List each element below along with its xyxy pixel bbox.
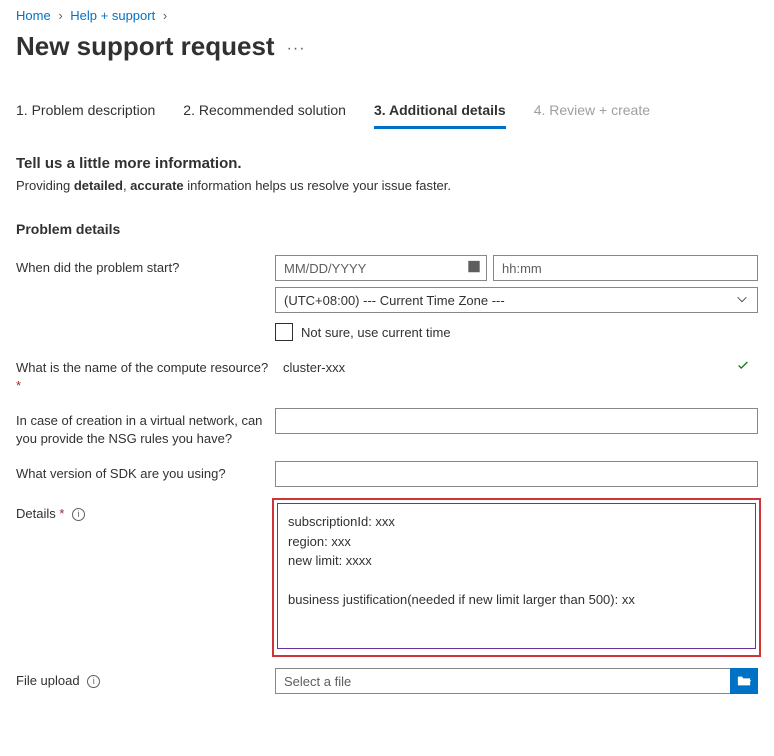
- label-details: Details * i: [16, 501, 275, 523]
- label-text: File upload: [16, 673, 83, 688]
- breadcrumb-home[interactable]: Home: [16, 8, 51, 23]
- breadcrumb-help-support[interactable]: Help + support: [70, 8, 155, 23]
- file-browse-button[interactable]: [730, 668, 758, 694]
- notsure-checkbox[interactable]: [275, 323, 293, 341]
- timezone-select[interactable]: (UTC+08:00) --- Current Time Zone ---: [275, 287, 758, 313]
- label-text: Details: [16, 506, 59, 521]
- time-input[interactable]: [493, 255, 758, 281]
- helper-text-bold: accurate: [130, 178, 183, 193]
- check-icon: [736, 359, 750, 376]
- section-helper: Providing detailed, accurate information…: [16, 178, 758, 193]
- timezone-value: (UTC+08:00) --- Current Time Zone ---: [284, 293, 505, 308]
- info-icon[interactable]: i: [72, 508, 85, 521]
- more-actions-button[interactable]: ···: [287, 40, 306, 58]
- chevron-down-icon: [735, 292, 749, 309]
- file-input[interactable]: Select a file: [275, 668, 730, 694]
- helper-text: Providing: [16, 178, 74, 193]
- details-textarea[interactable]: [277, 503, 756, 649]
- section-heading: Tell us a little more information.: [16, 155, 758, 172]
- label-sdk-version: What version of SDK are you using?: [16, 461, 275, 483]
- page-title: New support request: [16, 31, 275, 62]
- date-input[interactable]: [275, 255, 487, 281]
- label-when-start: When did the problem start?: [16, 255, 275, 277]
- breadcrumb: Home › Help + support ›: [16, 8, 758, 23]
- info-icon[interactable]: i: [87, 675, 100, 688]
- required-marker: *: [16, 378, 21, 393]
- notsure-label: Not sure, use current time: [301, 325, 451, 340]
- chevron-right-icon: ›: [163, 8, 167, 23]
- label-file-upload: File upload i: [16, 668, 275, 690]
- label-compute-name: What is the name of the compute resource…: [16, 355, 275, 394]
- tab-review-create: 4. Review + create: [534, 98, 650, 129]
- label-nsg-rules: In case of creation in a virtual network…: [16, 408, 275, 447]
- nsg-rules-input[interactable]: [275, 408, 758, 434]
- helper-text: information helps us resolve your issue …: [184, 178, 451, 193]
- tab-recommended-solution[interactable]: 2. Recommended solution: [183, 98, 346, 129]
- tab-additional-details[interactable]: 3. Additional details: [374, 98, 506, 129]
- required-marker: *: [59, 506, 64, 521]
- file-placeholder: Select a file: [284, 674, 351, 689]
- label-text: What is the name of the compute resource…: [16, 360, 268, 375]
- wizard-tabs: 1. Problem description 2. Recommended so…: [16, 98, 758, 129]
- chevron-right-icon: ›: [58, 8, 62, 23]
- compute-name-input[interactable]: [275, 355, 734, 379]
- group-problem-details: Problem details: [16, 221, 758, 237]
- details-highlight-box: [272, 498, 761, 657]
- tab-problem-description[interactable]: 1. Problem description: [16, 98, 155, 129]
- folder-open-icon: [737, 674, 751, 688]
- sdk-version-input[interactable]: [275, 461, 758, 487]
- helper-text-bold: detailed: [74, 178, 123, 193]
